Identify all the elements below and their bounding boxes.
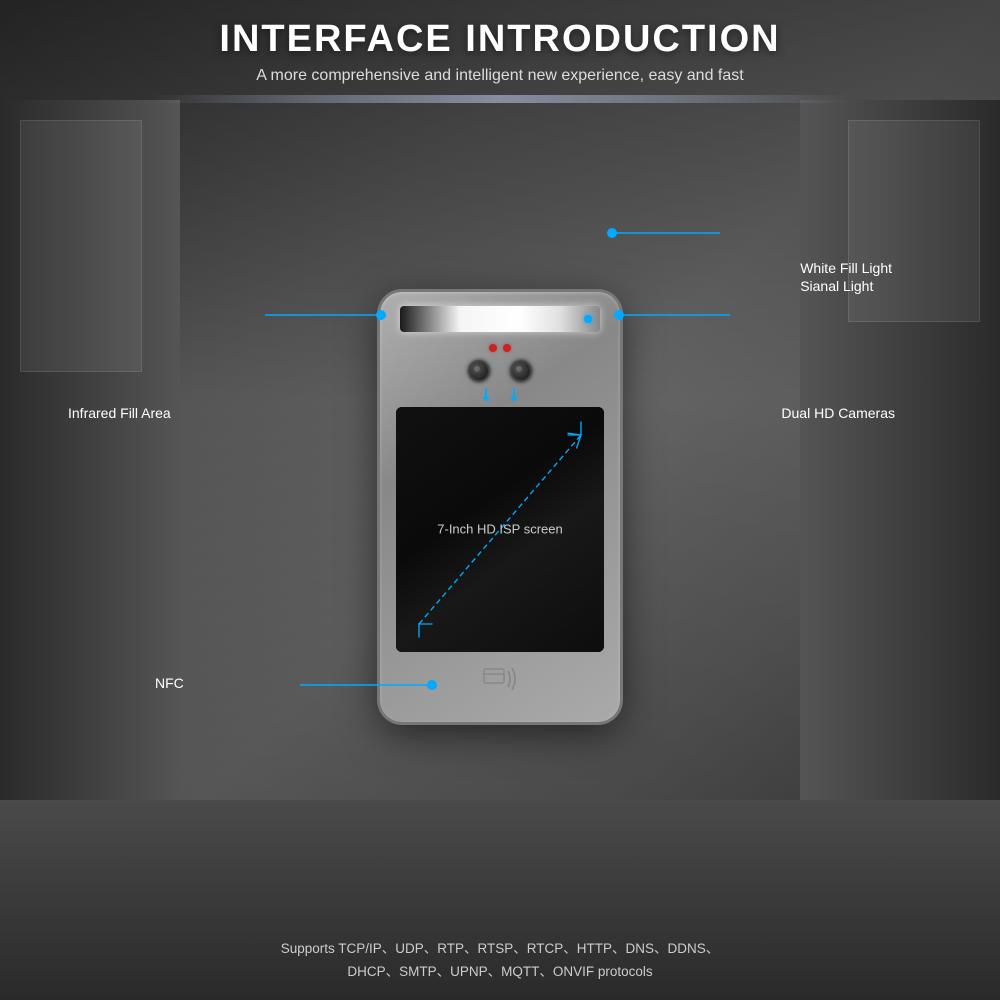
- main-title: INTERFACE INTRODUCTION: [219, 18, 780, 61]
- camera-area: [450, 344, 550, 394]
- annotation-nfc: NFC: [155, 675, 184, 691]
- subtitle: A more comprehensive and intelligent new…: [219, 67, 780, 85]
- camera-right: [510, 360, 532, 382]
- ir-dot-2: [503, 344, 511, 352]
- signal-light-dot: [584, 315, 592, 323]
- screen-label: 7-Inch HD ISP screen: [437, 522, 562, 537]
- signal-light-label: Sianal Light: [800, 278, 892, 294]
- dual-hd-cameras-label: Dual HD Cameras: [781, 405, 895, 421]
- device-screen: 7-Inch HD ISP screen: [396, 407, 604, 652]
- infrared-fill-area-label: Infrared Fill Area: [68, 405, 171, 421]
- camera-indicators: [485, 388, 515, 398]
- camera-left: [468, 360, 490, 382]
- annotation-infrared: Infrared Fill Area: [68, 405, 171, 421]
- protocols-line2: DHCP、SMTP、UPNP、MQTT、ONVIF protocols: [281, 961, 720, 984]
- title-section: INTERFACE INTRODUCTION A more comprehens…: [219, 0, 780, 85]
- nfc-label: NFC: [155, 675, 184, 691]
- annotation-white-fill-light: White Fill Light Sianal Light: [800, 260, 892, 294]
- nfc-icon: [476, 661, 524, 702]
- ir-dot-1: [489, 344, 497, 352]
- cameras: [468, 360, 532, 382]
- device: 7-Inch HD ISP screen: [380, 292, 620, 722]
- protocols-line1: Supports TCP/IP、UDP、RTP、RTSP、RTCP、HTTP、D…: [281, 938, 720, 961]
- nfc-area: [470, 659, 530, 704]
- device-area: 7-Inch HD ISP screen: [0, 85, 1000, 928]
- cam-indicator-left: [485, 388, 487, 398]
- main-content: INTERFACE INTRODUCTION A more comprehens…: [0, 0, 1000, 1000]
- cam-indicator-right: [513, 388, 515, 398]
- annotation-dual-cameras: Dual HD Cameras: [781, 405, 895, 421]
- white-fill-light-label: White Fill Light: [800, 260, 892, 276]
- fill-light-bar: [400, 306, 600, 332]
- ir-dots: [489, 344, 511, 352]
- protocols-section: Supports TCP/IP、UDP、RTP、RTSP、RTCP、HTTP、D…: [261, 928, 740, 1000]
